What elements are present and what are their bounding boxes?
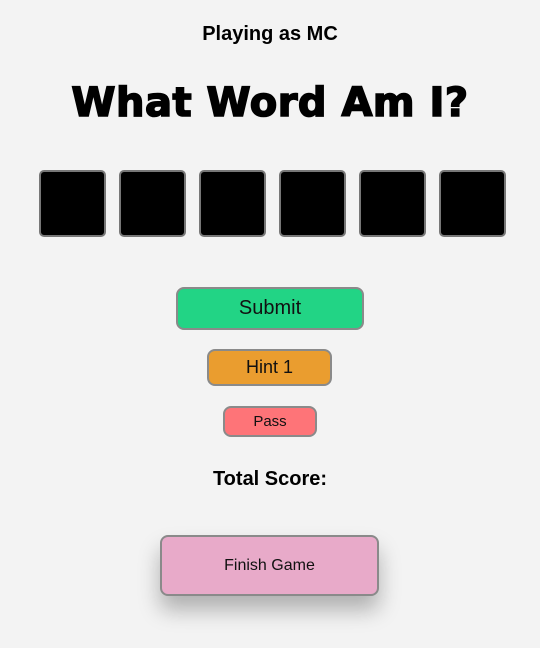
- pass-button[interactable]: Pass: [223, 406, 317, 437]
- letter-tile-1[interactable]: [39, 170, 106, 237]
- letter-tile-3[interactable]: [199, 170, 266, 237]
- letter-tile-5[interactable]: [359, 170, 426, 237]
- submit-button[interactable]: Submit: [176, 287, 364, 330]
- total-score-label: Total Score:: [212, 468, 328, 490]
- player-label: Playing as MC: [202, 23, 338, 45]
- letter-tile-4[interactable]: [279, 170, 346, 237]
- page-title: What Word Am I?: [71, 79, 469, 127]
- hint-button[interactable]: Hint 1: [207, 349, 332, 386]
- word-tiles: [39, 170, 506, 237]
- finish-game-button[interactable]: Finish Game: [160, 535, 379, 596]
- letter-tile-2[interactable]: [119, 170, 186, 237]
- letter-tile-6[interactable]: [439, 170, 506, 237]
